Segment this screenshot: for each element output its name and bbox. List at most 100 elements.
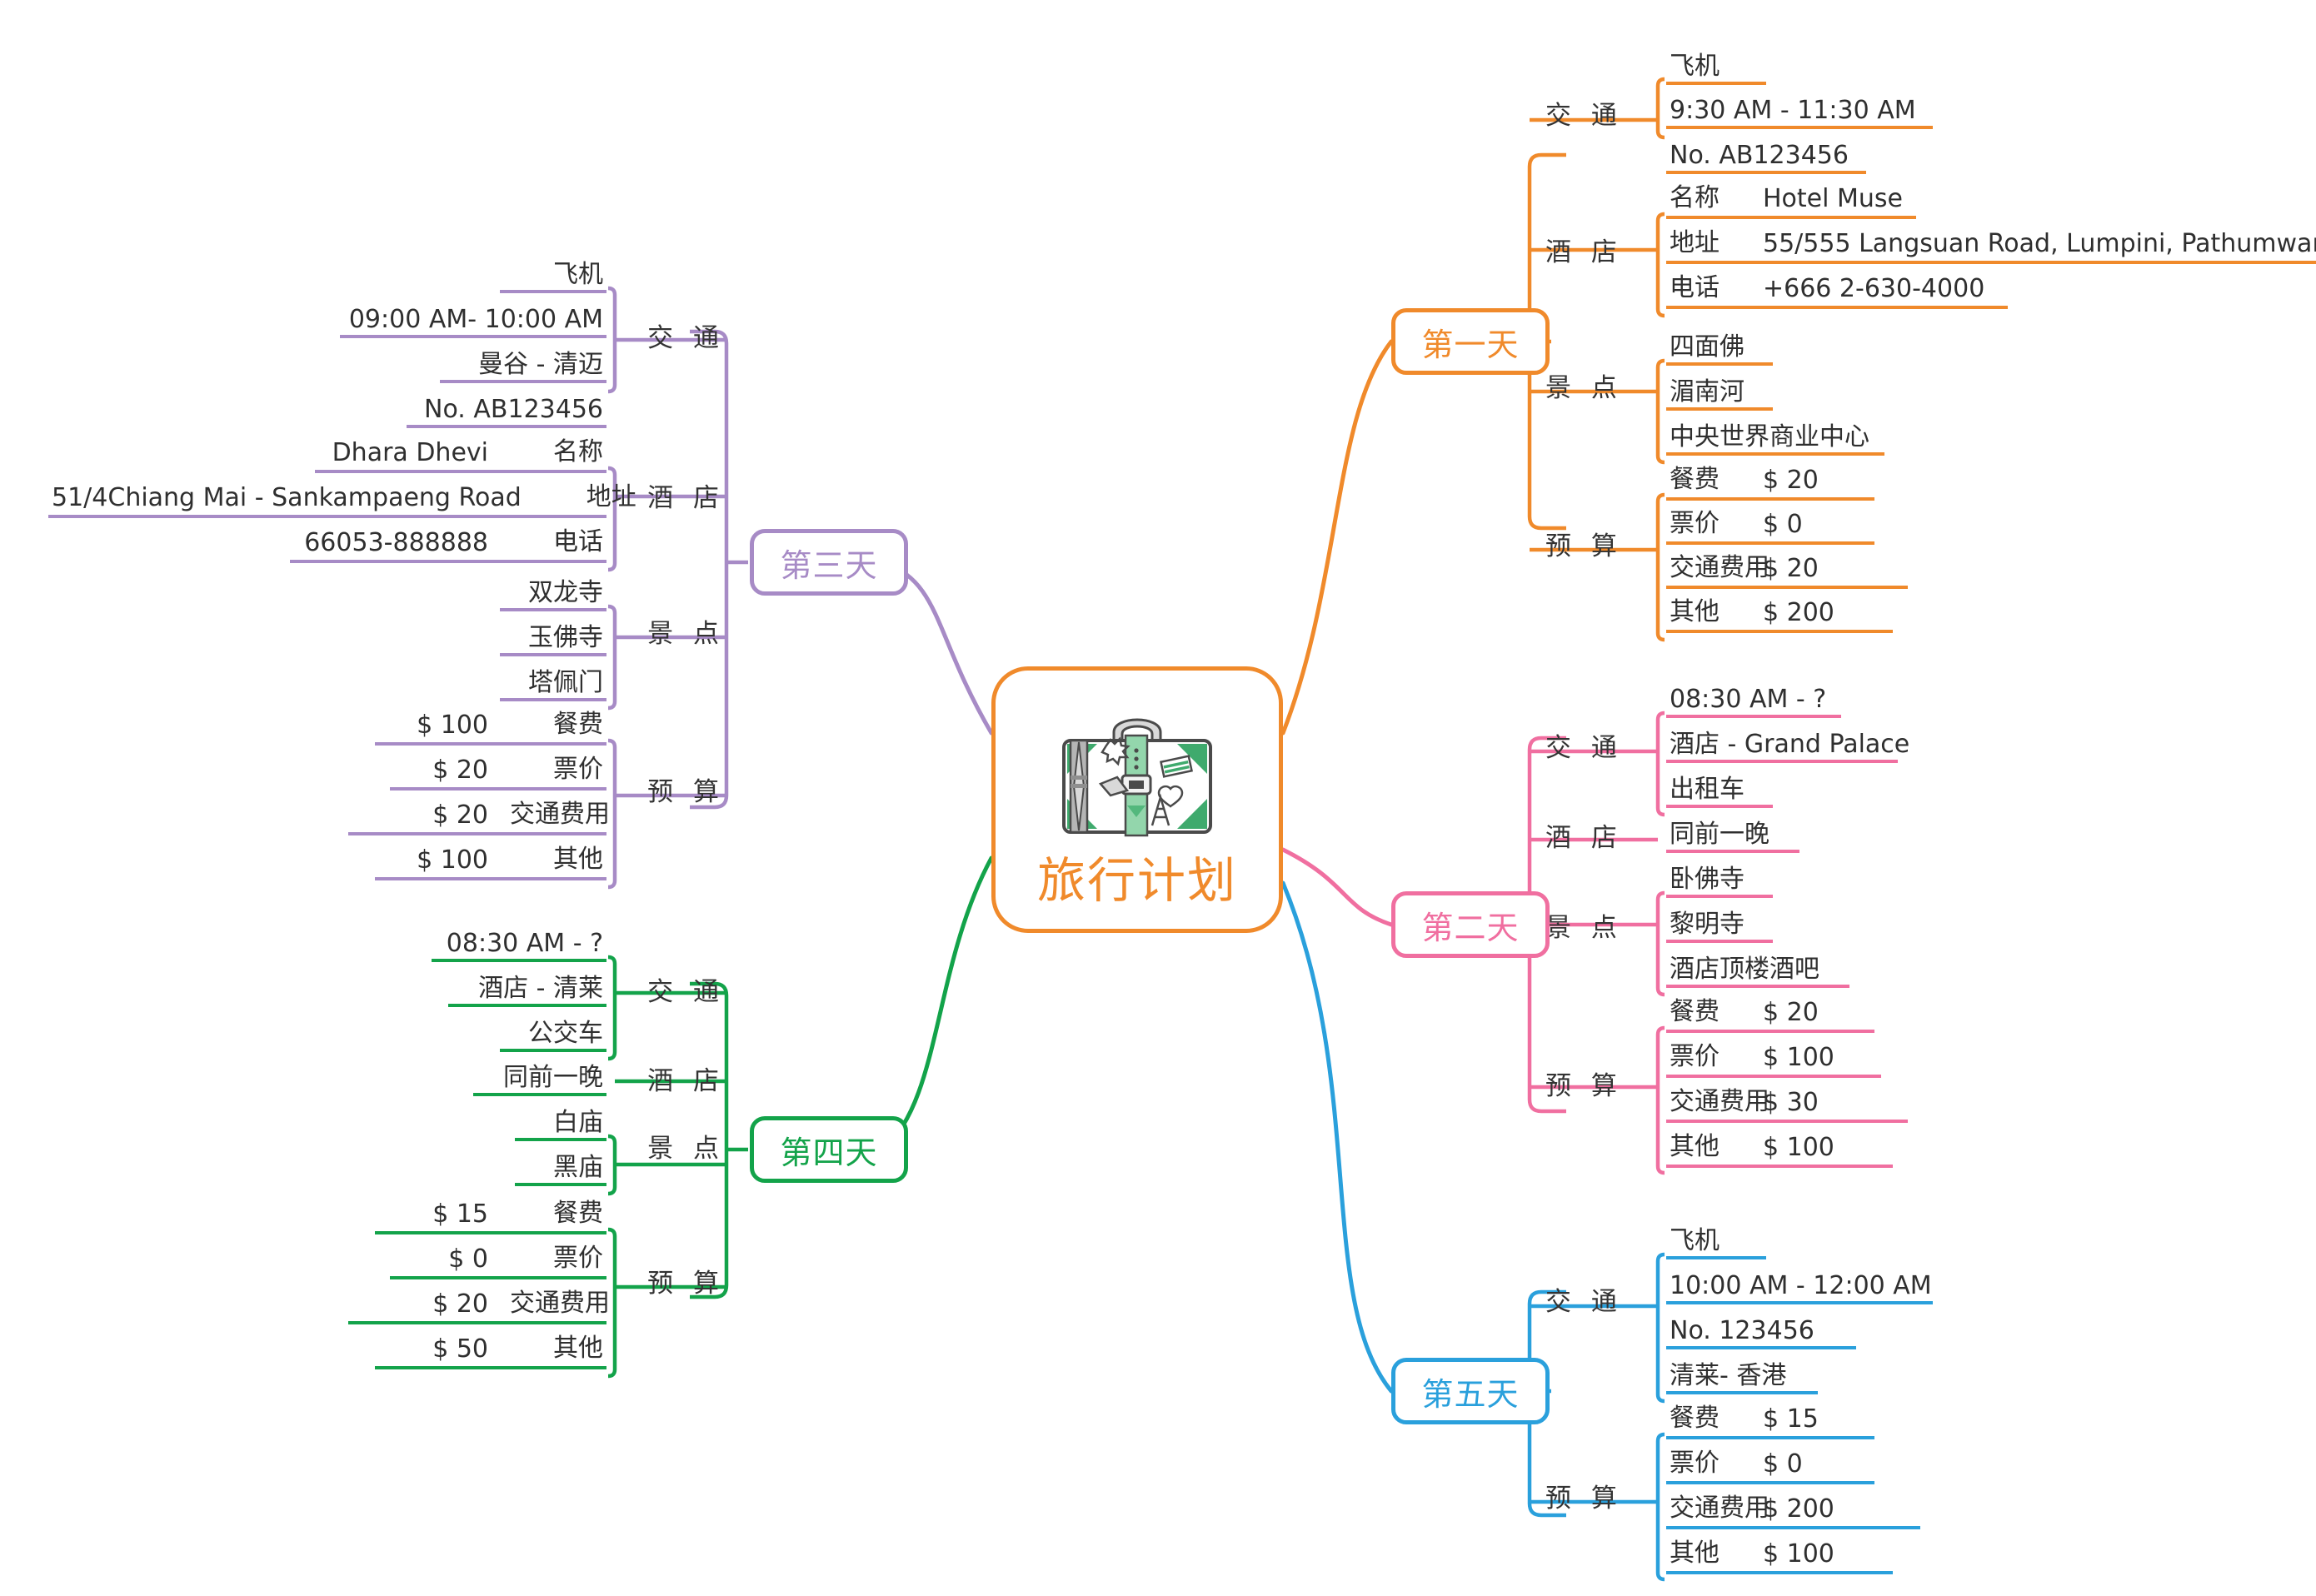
leaf-day1-budget-2[interactable]: 交通费用 $ 20 xyxy=(1666,546,1908,589)
leaf-day3-sight-0[interactable]: 双龙寺 xyxy=(500,568,606,611)
leaf-key: 交通费用 xyxy=(1670,1494,1769,1523)
category-label-budget-day4: 预 算 xyxy=(647,1269,725,1299)
leaf-day5-transport-0[interactable]: 飞机 xyxy=(1666,1216,1766,1259)
leaf-day3-budget-1[interactable]: $ 20 票价 xyxy=(390,747,606,791)
leaf-day5-budget-3[interactable]: 其他 $ 100 xyxy=(1666,1531,1893,1574)
leaf-text: 飞机 xyxy=(1670,1225,1720,1255)
leaf-day2-sight-1[interactable]: 黎明寺 xyxy=(1666,900,1773,943)
leaf-key: 地址 xyxy=(586,482,636,511)
leaf-key: 票价 xyxy=(1670,1042,1720,1071)
leaf-text: 酒店 - 清莱 xyxy=(478,973,603,1003)
suitcase-icon xyxy=(1062,718,1212,836)
leaf-day3-transport-2[interactable]: 曼谷 - 清迈 xyxy=(440,340,606,383)
leaf-text: 同前一晚 xyxy=(503,1062,603,1092)
root-title: 旅行计划 xyxy=(1036,851,1237,909)
leaf-day4-hotel-0[interactable]: 同前一晚 xyxy=(473,1053,606,1096)
day-node-2[interactable]: 第二天 xyxy=(1391,891,1550,958)
root-node[interactable]: 旅行计划 xyxy=(991,666,1283,933)
category-label-sights-day2: 景 点 xyxy=(1545,913,1623,943)
leaf-day1-budget-1[interactable]: 票价 $ 0 xyxy=(1666,501,1874,545)
leaf-text: 湄南河 xyxy=(1670,377,1744,406)
leaf-day3-hotel-2[interactable]: 66053-888888 电话 xyxy=(290,520,606,563)
leaf-day1-sight-2[interactable]: 中央世界商业中心 xyxy=(1666,412,1884,456)
day-node-5[interactable]: 第五天 xyxy=(1391,1358,1550,1424)
leaf-day3-budget-2[interactable]: $ 20 交通费用 xyxy=(348,792,610,835)
leaf-day2-transport-2[interactable]: 出租车 xyxy=(1666,765,1773,808)
leaf-value: $ 100 xyxy=(417,711,488,740)
leaf-day4-budget-2[interactable]: $ 20 交通费用 xyxy=(348,1281,610,1324)
leaf-day1-transport-1[interactable]: 9:30 AM - 11:30 AM xyxy=(1666,86,1933,129)
leaf-day1-budget-0[interactable]: 餐费 $ 20 xyxy=(1666,457,1874,501)
leaf-day1-sight-1[interactable]: 湄南河 xyxy=(1666,367,1773,411)
leaf-day4-transport-0[interactable]: 08:30 AM - ? xyxy=(432,919,606,962)
leaf-day4-budget-0[interactable]: $ 15 餐费 xyxy=(375,1191,606,1234)
leaf-day2-sight-2[interactable]: 酒店顶楼酒吧 xyxy=(1666,945,1849,988)
leaf-value: $ 20 xyxy=(1763,998,1819,1027)
leaf-day1-hotel-1[interactable]: 地址 55/555 Langsuan Road, Lumpini, Pathumw… xyxy=(1666,221,2316,264)
leaf-text: No. 123456 xyxy=(1670,1315,1814,1345)
leaf-day3-hotel-0[interactable]: Dhara Dhevi 名称 xyxy=(315,430,606,473)
leaf-day2-hotel-0[interactable]: 同前一晚 xyxy=(1666,810,1799,853)
leaf-day3-transport-0[interactable]: 飞机 xyxy=(500,250,606,293)
leaf-value: $ 20 xyxy=(1763,466,1819,495)
leaf-day5-budget-1[interactable]: 票价 $ 0 xyxy=(1666,1441,1874,1484)
leaf-day2-transport-1[interactable]: 酒店 - Grand Palace xyxy=(1666,720,1909,763)
leaf-key: 地址 xyxy=(1670,228,1720,257)
leaf-day4-sight-1[interactable]: 黑庙 xyxy=(515,1143,606,1186)
leaf-text: 玉佛寺 xyxy=(528,622,603,652)
leaf-day5-transport-1[interactable]: 10:00 AM - 12:00 AM xyxy=(1666,1261,1933,1304)
leaf-text: 酒店 - Grand Palace xyxy=(1670,729,1910,759)
leaf-day3-sight-2[interactable]: 塔佩门 xyxy=(500,658,606,701)
day-node-4[interactable]: 第四天 xyxy=(750,1116,908,1183)
day-node-1[interactable]: 第一天 xyxy=(1391,308,1550,375)
leaf-day1-budget-3[interactable]: 其他 $ 200 xyxy=(1666,590,1893,633)
day-node-3[interactable]: 第三天 xyxy=(750,529,908,596)
leaf-key: 其他 xyxy=(553,845,603,874)
leaf-value: $ 0 xyxy=(448,1244,488,1274)
leaf-day3-sight-1[interactable]: 玉佛寺 xyxy=(500,613,606,656)
leaf-day1-transport-2[interactable]: No. AB123456 xyxy=(1666,131,1866,174)
leaf-day4-transport-2[interactable]: 公交车 xyxy=(500,1009,606,1052)
leaf-value: $ 15 xyxy=(432,1199,488,1229)
leaf-day4-budget-1[interactable]: $ 0 票价 xyxy=(390,1236,606,1279)
leaf-day2-sight-0[interactable]: 卧佛寺 xyxy=(1666,855,1773,898)
leaf-text: No. AB123456 xyxy=(1670,140,1849,170)
leaf-day5-transport-2[interactable]: No. 123456 xyxy=(1666,1306,1856,1349)
leaf-day1-hotel-2[interactable]: 电话 +666 2-630-4000 xyxy=(1666,266,2008,309)
category-label-transport-day5: 交 通 xyxy=(1545,1287,1623,1317)
leaf-day3-budget-3[interactable]: $ 100 其他 xyxy=(375,837,606,880)
leaf-text: 酒店顶楼酒吧 xyxy=(1670,954,1819,984)
leaf-day1-hotel-0[interactable]: 名称 Hotel Muse xyxy=(1666,176,1916,219)
leaf-key: 票价 xyxy=(553,755,603,784)
leaf-day2-transport-0[interactable]: 08:30 AM - ? xyxy=(1666,675,1841,718)
leaf-day5-transport-3[interactable]: 清莱- 香港 xyxy=(1666,1351,1818,1394)
leaf-day1-transport-0[interactable]: 飞机 xyxy=(1666,42,1766,85)
leaf-key: 餐费 xyxy=(553,710,603,739)
leaf-text: 08:30 AM - ? xyxy=(1670,684,1827,714)
leaf-text: 中央世界商业中心 xyxy=(1670,421,1869,451)
leaf-day3-transport-3[interactable]: No. AB123456 xyxy=(407,385,606,428)
leaf-day1-sight-0[interactable]: 四面佛 xyxy=(1666,322,1773,366)
category-label-sights-day3: 景 点 xyxy=(647,619,725,649)
leaf-day2-budget-2[interactable]: 交通费用 $ 30 xyxy=(1666,1080,1908,1123)
leaf-value: +666 2-630-4000 xyxy=(1763,274,1985,303)
day-node-5-label: 第五天 xyxy=(1421,1375,1520,1413)
leaf-value: $ 100 xyxy=(1763,1043,1834,1072)
category-label-budget-day1: 预 算 xyxy=(1545,531,1623,561)
leaf-day2-budget-1[interactable]: 票价 $ 100 xyxy=(1666,1035,1881,1078)
leaf-day4-sight-0[interactable]: 白庙 xyxy=(515,1098,606,1141)
leaf-key: 交通费用 xyxy=(510,1289,610,1318)
leaf-day3-budget-0[interactable]: $ 100 餐费 xyxy=(375,702,606,746)
leaf-day4-budget-3[interactable]: $ 50 其他 xyxy=(375,1326,606,1369)
leaf-day5-budget-2[interactable]: 交通费用 $ 200 xyxy=(1666,1486,1920,1529)
leaf-key: 其他 xyxy=(553,1334,603,1363)
leaf-day5-budget-0[interactable]: 餐费 $ 15 xyxy=(1666,1396,1874,1439)
leaf-day2-budget-3[interactable]: 其他 $ 100 xyxy=(1666,1125,1893,1168)
leaf-text: 塔佩门 xyxy=(528,667,603,697)
leaf-text: 曼谷 - 清迈 xyxy=(478,349,603,379)
leaf-day3-transport-1[interactable]: 09:00 AM- 10:00 AM xyxy=(340,295,606,338)
leaf-text: 09:00 AM- 10:00 AM xyxy=(348,304,603,334)
leaf-day4-transport-1[interactable]: 酒店 - 清莱 xyxy=(448,964,606,1007)
leaf-day2-budget-0[interactable]: 餐费 $ 20 xyxy=(1666,990,1874,1033)
leaf-day3-hotel-1[interactable]: 51/4Chiang Mai - Sankampaeng Road 地址 xyxy=(48,475,636,518)
